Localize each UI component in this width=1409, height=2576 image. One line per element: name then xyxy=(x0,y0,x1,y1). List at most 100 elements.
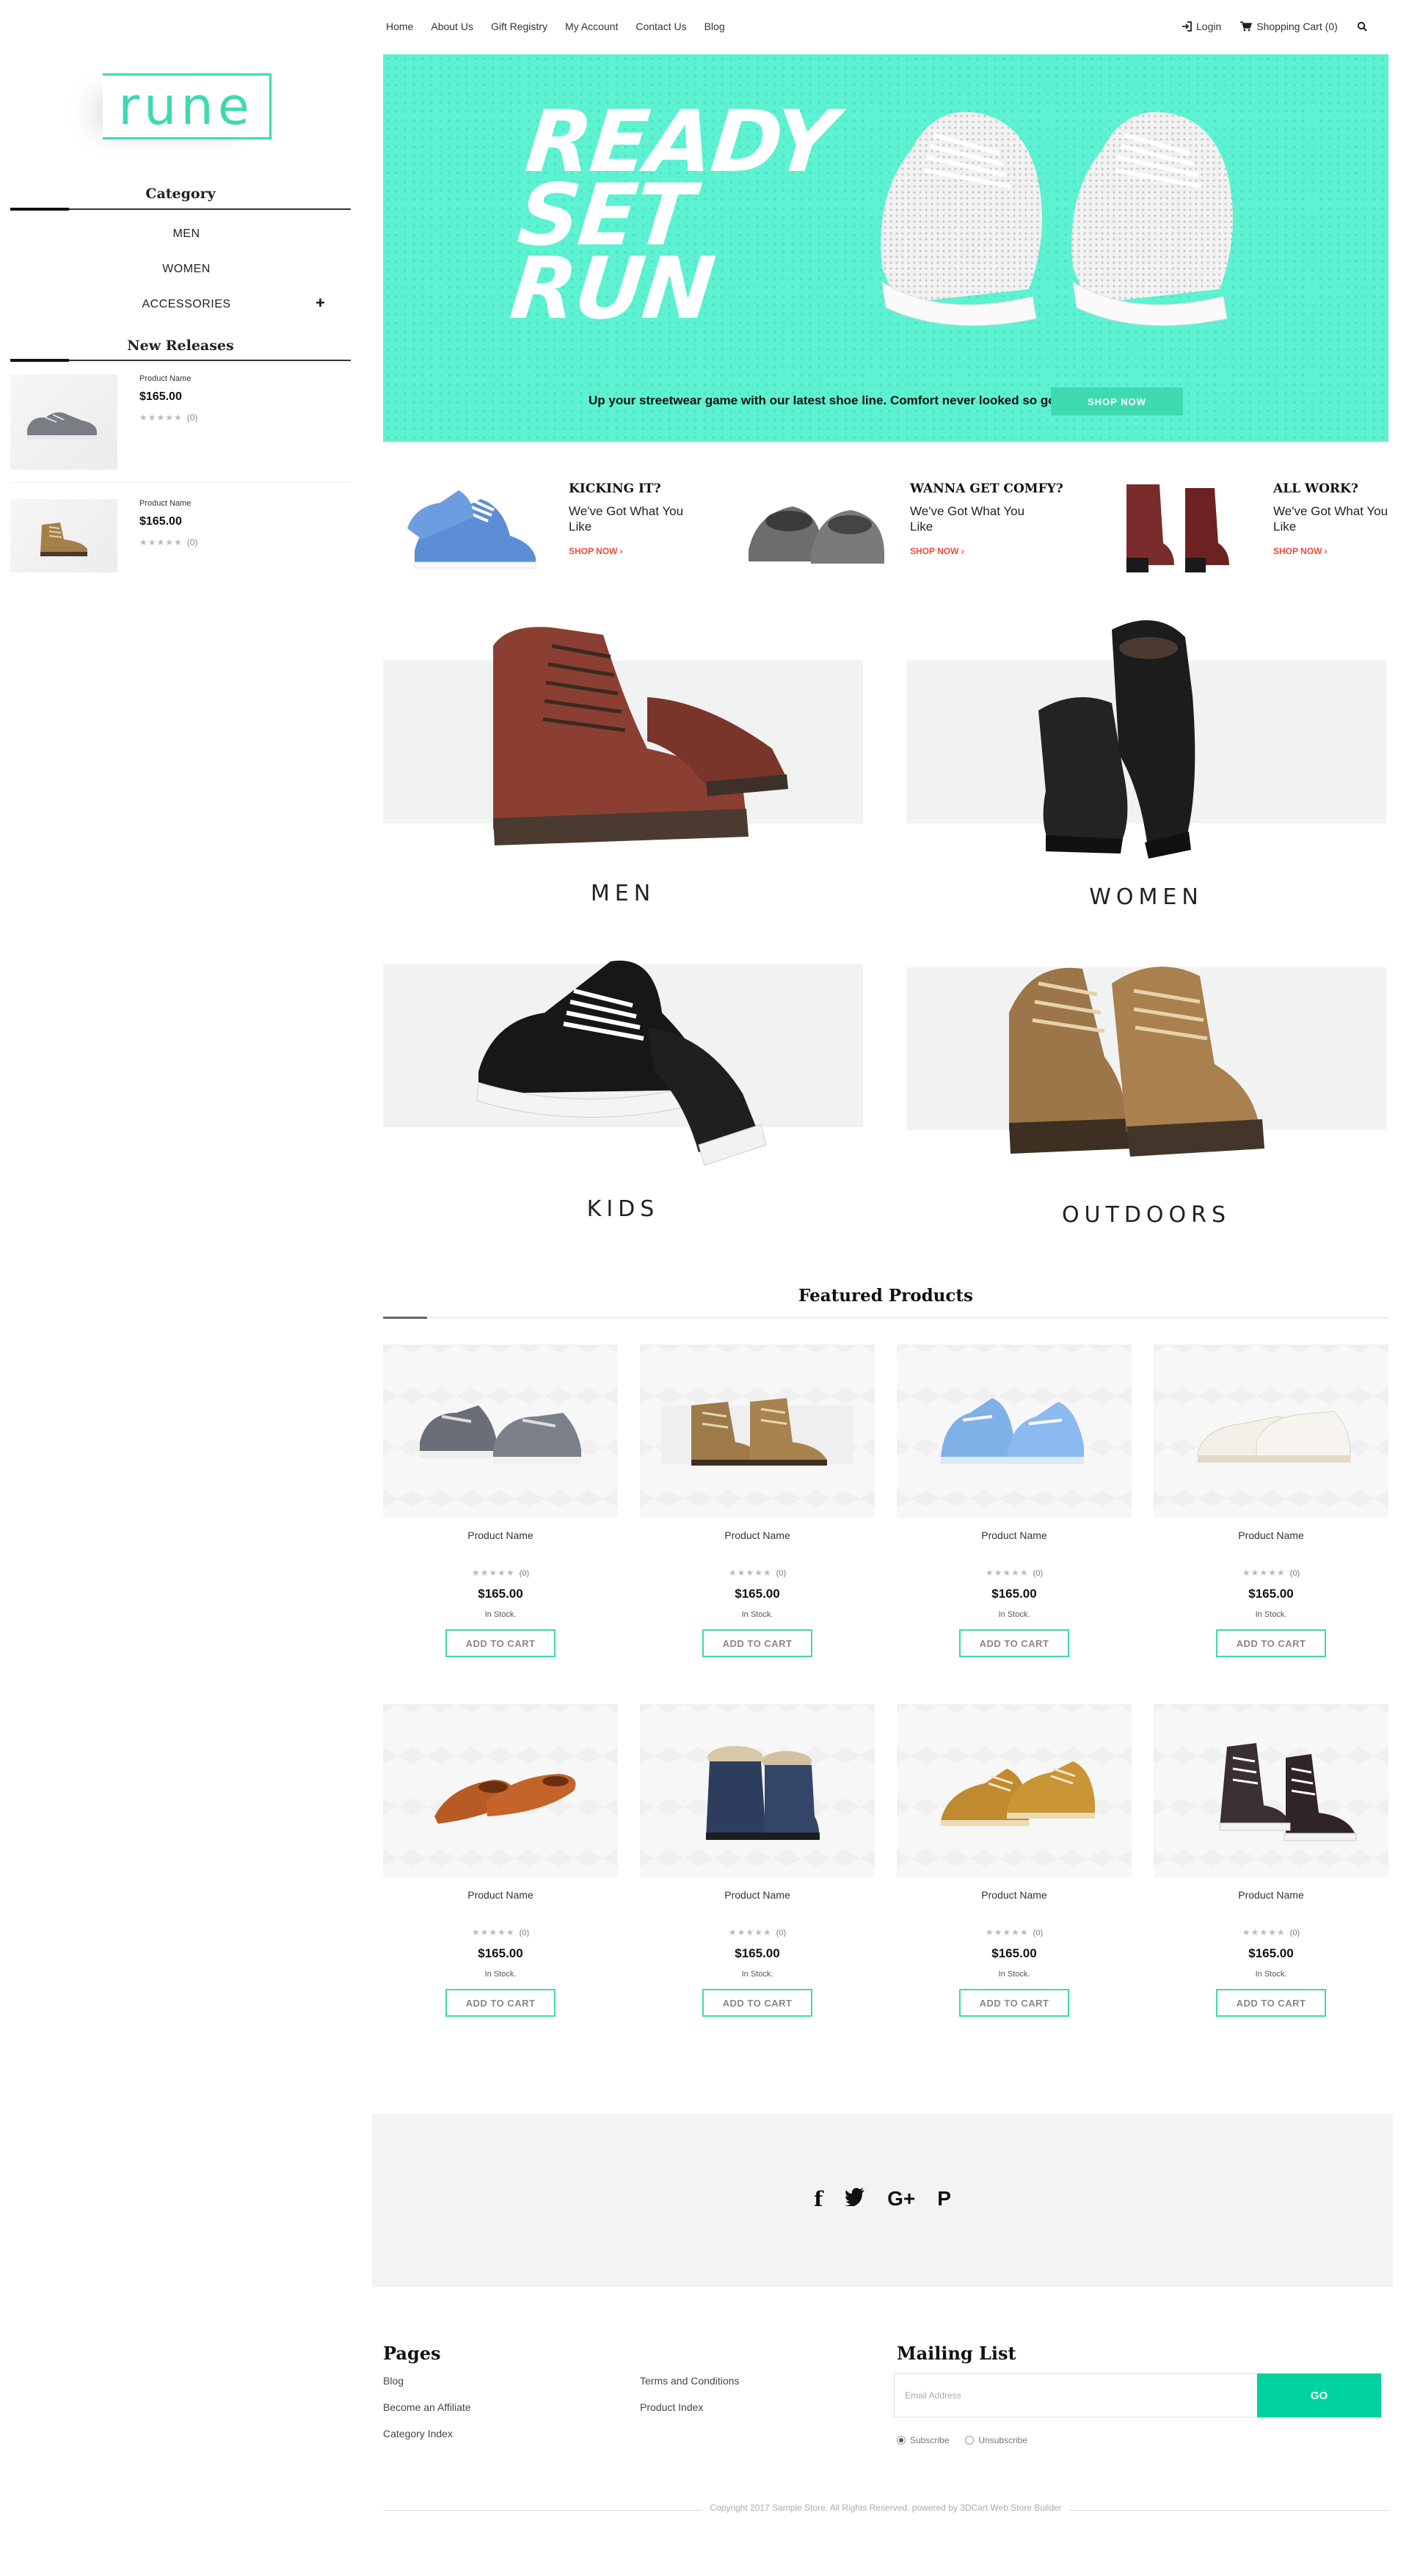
nav-gift-registry[interactable]: Gift Registry xyxy=(491,21,547,32)
promo-title: WANNA GET COMFY? xyxy=(910,481,1063,496)
product-name[interactable]: Product Name xyxy=(383,1889,618,1901)
product-name[interactable]: Product Name xyxy=(640,1529,875,1541)
product-card: Product Name ★★★★★ (0) $165.00 In Stock. … xyxy=(383,1704,618,2056)
product-price: $165.00 xyxy=(991,1946,1037,1960)
product-name[interactable]: Product Name xyxy=(897,1529,1132,1541)
search-button[interactable] xyxy=(1357,21,1367,32)
unsubscribe-radio[interactable]: Unsubscribe xyxy=(965,2435,1027,2445)
outdoors-boot-image xyxy=(1009,967,1264,1157)
product-name[interactable]: Product Name xyxy=(383,1529,618,1541)
product-name[interactable]: Product Name xyxy=(1154,1889,1388,1901)
google-plus-icon[interactable]: G+ xyxy=(887,2187,915,2211)
hero-banner[interactable]: READY SET RUN Up your streetwear game wi… xyxy=(383,54,1388,442)
category-outdoors[interactable]: OUTDOORS xyxy=(906,932,1386,1240)
women-boot-image xyxy=(1038,620,1195,859)
facebook-icon[interactable]: f xyxy=(814,2187,823,2211)
add-to-cart-button[interactable]: ADD TO CART xyxy=(1216,1629,1326,1657)
go-button[interactable]: GO xyxy=(1257,2373,1381,2417)
promo-all-work[interactable]: ALL WORK? We've Got What You Like SHOP N… xyxy=(1101,470,1409,580)
stock-status: In Stock. xyxy=(998,1970,1030,1979)
product-image[interactable] xyxy=(383,1345,618,1518)
nav-blog[interactable]: Blog xyxy=(704,21,725,32)
footer-link-affiliate[interactable]: Become an Affiliate xyxy=(383,2401,471,2413)
cart-icon xyxy=(1240,21,1253,32)
rating-stars: ★★★★★ (0) xyxy=(1242,1927,1300,1938)
promo-shop-now-link[interactable]: SHOP NOW › xyxy=(910,546,964,556)
add-to-cart-button[interactable]: ADD TO CART xyxy=(702,1629,812,1657)
product-card: Product Name ★★★★★ (0) $165.00 In Stock. … xyxy=(1154,1345,1388,1697)
product-name[interactable]: Product Name xyxy=(139,374,191,383)
product-price: $165.00 xyxy=(1248,1587,1294,1601)
footer-link-terms[interactable]: Terms and Conditions xyxy=(640,2375,739,2387)
featured-divider xyxy=(383,1317,1388,1319)
product-image[interactable] xyxy=(640,1345,875,1518)
promo-text: We've Got What You Like xyxy=(910,504,1025,534)
product-name[interactable]: Product Name xyxy=(139,499,191,508)
hero-shop-now-button[interactable]: SHOP NOW xyxy=(1051,388,1183,415)
nav-about-us[interactable]: About Us xyxy=(431,21,473,32)
promo-image xyxy=(396,470,550,580)
twitter-icon[interactable] xyxy=(845,2187,865,2206)
product-image[interactable] xyxy=(1154,1704,1388,1877)
sidebar-item-accessories[interactable]: ACCESSORIES xyxy=(10,298,363,311)
nav-home[interactable]: Home xyxy=(386,21,413,32)
product-price: $165.00 xyxy=(1248,1946,1294,1960)
product-image[interactable] xyxy=(897,1345,1132,1518)
new-release-item[interactable]: Product Name $165.00 ★★★★★ (0) xyxy=(10,499,351,602)
product-thumbnail[interactable] xyxy=(10,499,117,572)
pinterest-icon[interactable]: P xyxy=(937,2187,951,2211)
hero-subtitle: Up your streetwear game with our latest … xyxy=(589,393,1075,407)
product-image[interactable] xyxy=(1154,1345,1388,1518)
stock-status: In Stock. xyxy=(741,1970,773,1979)
category-label-men: MEN xyxy=(590,881,656,906)
stock-status: In Stock. xyxy=(998,1610,1030,1619)
product-image[interactable] xyxy=(640,1704,875,1877)
add-to-cart-button[interactable]: ADD TO CART xyxy=(445,1629,556,1657)
footer-link-product-index[interactable]: Product Index xyxy=(640,2401,703,2413)
add-to-cart-button[interactable]: ADD TO CART xyxy=(702,1989,812,2017)
product-image[interactable] xyxy=(383,1704,618,1877)
promo-kicking-it[interactable]: KICKING IT? We've Got What You Like SHOP… xyxy=(396,470,734,580)
expand-plus-icon[interactable]: + xyxy=(316,294,325,313)
add-to-cart-button[interactable]: ADD TO CART xyxy=(959,1989,1069,2017)
promo-wanna-get-comfy[interactable]: WANNA GET COMFY? We've Got What You Like… xyxy=(738,470,1075,580)
nav-my-account[interactable]: My Account xyxy=(565,21,618,32)
product-name[interactable]: Product Name xyxy=(640,1889,875,1901)
new-release-item[interactable]: Product Name $165.00 ★★★★★ (0) xyxy=(10,374,351,483)
category-women[interactable]: WOMEN xyxy=(906,602,1386,910)
product-image[interactable] xyxy=(897,1704,1132,1877)
logo[interactable]: rune xyxy=(103,73,272,139)
product-name[interactable]: Product Name xyxy=(897,1889,1132,1901)
login-link[interactable]: Login xyxy=(1182,21,1221,32)
category-kids[interactable]: KIDS xyxy=(383,932,863,1240)
product-price: $165.00 xyxy=(735,1587,780,1601)
copyright-text: Copyright 2017 Sample Store. All Rights … xyxy=(383,2503,1388,2513)
add-to-cart-button[interactable]: ADD TO CART xyxy=(959,1629,1069,1657)
product-card: Product Name ★★★★★ (0) $165.00 In Stock. … xyxy=(383,1345,618,1697)
hero-sneakers-image xyxy=(881,112,1233,327)
social-section: f G+ P xyxy=(372,2114,1393,2287)
promo-shop-now-link[interactable]: SHOP NOW › xyxy=(569,546,623,556)
new-releases-heading: New Releases xyxy=(127,338,234,354)
category-men[interactable]: MEN xyxy=(383,602,863,910)
rating-stars: ★★★★★ (0) xyxy=(139,537,198,547)
subscribe-radio[interactable]: Subscribe xyxy=(897,2435,949,2445)
product-name[interactable]: Product Name xyxy=(1154,1529,1388,1541)
product-thumbnail[interactable] xyxy=(10,374,117,470)
stock-status: In Stock. xyxy=(1255,1970,1287,1979)
shopping-cart-link[interactable]: Shopping Cart (0) xyxy=(1240,21,1338,32)
men-boot-image xyxy=(493,627,788,845)
category-divider xyxy=(10,208,351,211)
add-to-cart-button[interactable]: ADD TO CART xyxy=(445,1989,556,2017)
footer-link-blog[interactable]: Blog xyxy=(383,2375,404,2387)
promo-text: We've Got What You Like xyxy=(1273,504,1388,534)
footer-link-category-index[interactable]: Category Index xyxy=(383,2428,453,2439)
promo-shop-now-link[interactable]: SHOP NOW › xyxy=(1273,546,1328,556)
sidebar-item-women[interactable]: WOMEN xyxy=(10,263,363,276)
add-to-cart-button[interactable]: ADD TO CART xyxy=(1216,1989,1326,2017)
email-input[interactable]: Email Address xyxy=(894,2373,1257,2417)
rating-stars: ★★★★★ (0) xyxy=(139,412,198,423)
nav-contact-us[interactable]: Contact Us xyxy=(636,21,686,32)
promo-image xyxy=(738,470,892,580)
sidebar-item-men[interactable]: MEN xyxy=(10,228,363,241)
